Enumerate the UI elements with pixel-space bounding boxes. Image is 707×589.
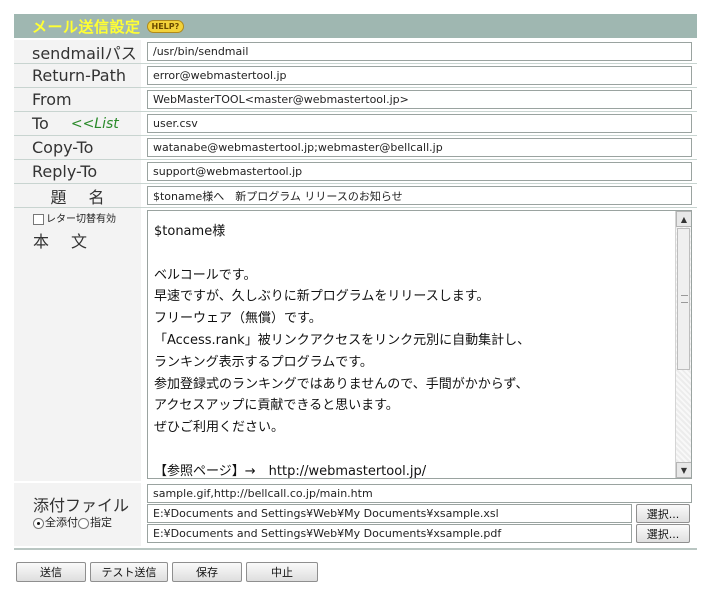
reply-to-row: Reply-To support@webmastertool.jp	[14, 160, 697, 184]
copy-to-input[interactable]: watanabe@webmastertool.jp;webmaster@bell…	[147, 138, 692, 157]
letter-toggle[interactable]: レター切替有効	[33, 210, 116, 225]
subject-row: 題名 $toname様へ 新プログラム リリースのお知らせ	[14, 184, 697, 208]
scroll-thumb[interactable]	[677, 228, 690, 370]
body-textarea[interactable]: $toname様 ベルコールです。 早速ですが、久しぶりに新プログラムをリリース…	[147, 210, 692, 479]
radio-specify-label: 指定	[90, 516, 112, 529]
form-divider	[14, 548, 697, 550]
return-path-row: Return-Path error@webmastertool.jp	[14, 64, 697, 88]
radio-all[interactable]	[33, 517, 44, 529]
scroll-down-icon[interactable]: ▼	[676, 462, 691, 478]
radio-specify[interactable]	[78, 517, 89, 529]
subject-label: 題名	[14, 184, 141, 207]
attachment-file1-input[interactable]: E:¥Documents and Settings¥Web¥My Documen…	[147, 504, 632, 523]
to-label-cell: To <<List	[14, 112, 141, 135]
return-path-label: Return-Path	[14, 64, 141, 87]
send-button[interactable]: 送信	[16, 562, 86, 582]
letter-toggle-checkbox[interactable]	[33, 213, 44, 225]
subject-input[interactable]: $toname様へ 新プログラム リリースのお知らせ	[147, 186, 692, 205]
body-label-cell: レター切替有効 本文	[14, 208, 141, 481]
from-row: From WebMasterTOOL<master@webmastertool.…	[14, 88, 697, 112]
to-input[interactable]: user.csv	[147, 114, 692, 133]
sendmail-input[interactable]: /usr/bin/sendmail	[147, 42, 692, 61]
file2-select-button[interactable]: 選択...	[636, 524, 690, 543]
reply-to-label: Reply-To	[14, 160, 141, 183]
body-scrollbar[interactable]: ▲ ▼	[675, 211, 691, 478]
sendmail-row: sendmailパス /usr/bin/sendmail	[14, 40, 697, 64]
reply-to-input[interactable]: support@webmastertool.jp	[147, 162, 692, 181]
from-input[interactable]: WebMasterTOOL<master@webmastertool.jp>	[147, 90, 692, 109]
to-list-link[interactable]: <<List	[71, 116, 119, 132]
page-title: メール送信設定	[32, 17, 141, 36]
body-text: $toname様 ベルコールです。 早速ですが、久しぶりに新プログラムをリリース…	[154, 224, 531, 479]
attachment-label-cell: 添付ファイル 全添付 指定	[14, 483, 141, 546]
scroll-up-icon[interactable]: ▲	[676, 211, 691, 227]
test-send-button[interactable]: テスト送信	[90, 562, 168, 582]
save-button[interactable]: 保存	[172, 562, 242, 582]
radio-all-label: 全添付	[45, 516, 78, 529]
attachment-mode: 全添付 指定	[33, 514, 112, 530]
letter-toggle-label: レター切替有効	[46, 214, 116, 225]
help-button[interactable]: HELP?	[146, 19, 185, 33]
to-label: To	[32, 114, 49, 133]
sendmail-label: sendmailパス	[14, 40, 141, 63]
file1-select-button[interactable]: 選択...	[636, 504, 690, 523]
cancel-button[interactable]: 中止	[246, 562, 318, 582]
to-row: To <<List user.csv	[14, 112, 697, 136]
copy-to-label: Copy-To	[14, 136, 141, 159]
attachment-file2-input[interactable]: E:¥Documents and Settings¥Web¥My Documen…	[147, 524, 632, 543]
body-label: 本文	[33, 232, 110, 251]
return-path-input[interactable]: error@webmastertool.jp	[147, 66, 692, 85]
settings-header: メール送信設定 HELP?	[14, 14, 697, 38]
from-label: From	[14, 88, 141, 111]
attachment-list-input[interactable]: sample.gif,http://bellcall.co.jp/main.ht…	[147, 484, 692, 503]
attachment-label: 添付ファイル	[33, 496, 130, 515]
copy-to-row: Copy-To watanabe@webmastertool.jp;webmas…	[14, 136, 697, 160]
grip-icon	[681, 295, 688, 303]
